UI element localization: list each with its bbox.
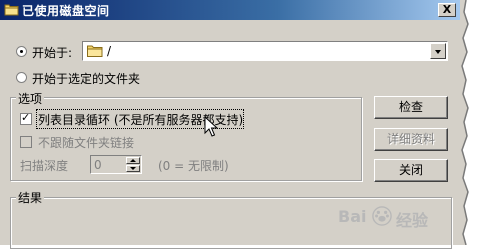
close-window-button[interactable]: X — [438, 3, 456, 17]
no-follow-links-checkbox[interactable] — [20, 136, 32, 148]
watermark-suffix: 经验 — [396, 211, 429, 230]
folder-app-icon — [4, 4, 19, 16]
folder-icon — [87, 45, 103, 57]
disk-usage-dialog: 已使用磁盘空间 X 开始于: / 开始于选定的文件夹 选项 列表目录循环 (不是… — [0, 0, 463, 249]
start-path-combobox[interactable]: / — [82, 41, 448, 61]
watermark: Bai 经验 — [338, 201, 456, 235]
dropdown-arrow-icon[interactable] — [430, 43, 446, 59]
window-title: 已使用磁盘空间 — [22, 4, 110, 18]
scan-depth-value: 0 — [94, 158, 102, 172]
spinner-buttons — [126, 157, 140, 172]
start-at-label: 开始于: — [32, 46, 73, 60]
torn-edge — [460, 0, 480, 245]
title-bar[interactable]: 已使用磁盘空间 X — [0, 0, 462, 20]
check-button[interactable]: 检查 — [374, 96, 448, 119]
watermark-brand: Bai — [338, 207, 367, 226]
list-dir-loop-checkbox[interactable] — [20, 111, 32, 125]
paw-logo-icon — [372, 206, 392, 226]
scan-depth-spinner[interactable]: 0 — [90, 155, 142, 174]
spin-up-arrow-icon[interactable] — [126, 157, 140, 164]
results-group-title: 结果 — [16, 189, 45, 206]
no-follow-links-label: 不跟随文件夹链接 — [38, 136, 135, 150]
scan-depth-label: 扫描深度 — [20, 159, 69, 173]
start-selected-folder-radio[interactable] — [16, 72, 27, 83]
start-path-value: / — [107, 44, 112, 58]
mouse-cursor-icon — [204, 116, 219, 137]
torn-edge-shape — [460, 0, 469, 245]
start-selected-folder-label: 开始于选定的文件夹 — [32, 72, 141, 86]
spin-down-arrow-icon[interactable] — [126, 165, 140, 172]
start-at-radio[interactable] — [16, 46, 27, 57]
details-button[interactable]: 详细资料 — [374, 128, 448, 151]
close-button[interactable]: 关闭 — [374, 159, 448, 182]
options-group-title: 选项 — [16, 90, 45, 107]
scan-depth-hint: (0 = 无限制) — [158, 159, 229, 173]
